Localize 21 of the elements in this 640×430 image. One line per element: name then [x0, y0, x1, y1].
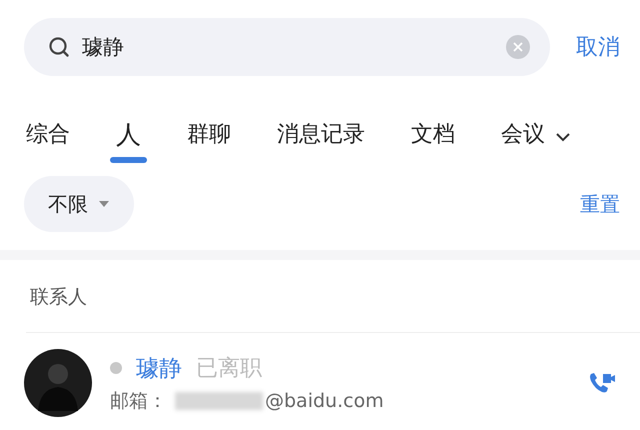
search-text: 璩静	[82, 34, 125, 61]
tab[interactable]: 群聊	[187, 113, 231, 161]
search-icon	[48, 36, 70, 58]
chevron-down-icon[interactable]	[555, 132, 571, 142]
cancel-button[interactable]: 取消	[576, 32, 620, 62]
caret-icon	[98, 200, 110, 208]
tab[interactable]: 文档	[411, 113, 455, 161]
email-label: 邮箱：	[110, 388, 167, 414]
tab[interactable]: 会议	[501, 113, 545, 161]
tab[interactable]: 人	[110, 112, 147, 162]
tab[interactable]: 综合	[26, 113, 70, 161]
contact-name[interactable]: 璩静	[136, 352, 182, 384]
video-call-icon[interactable]	[588, 371, 616, 395]
section-title: 联系人	[29, 285, 88, 310]
reset-button[interactable]: 重置	[580, 190, 620, 218]
tab[interactable]: 消息记录	[277, 113, 365, 161]
email-domain: @baidu.com	[265, 390, 384, 412]
status-label: 已离职	[196, 355, 262, 383]
filter-dropdown[interactable]: 不限	[24, 176, 134, 232]
avatar	[24, 349, 92, 417]
search-field[interactable]: 璩静	[24, 18, 550, 76]
